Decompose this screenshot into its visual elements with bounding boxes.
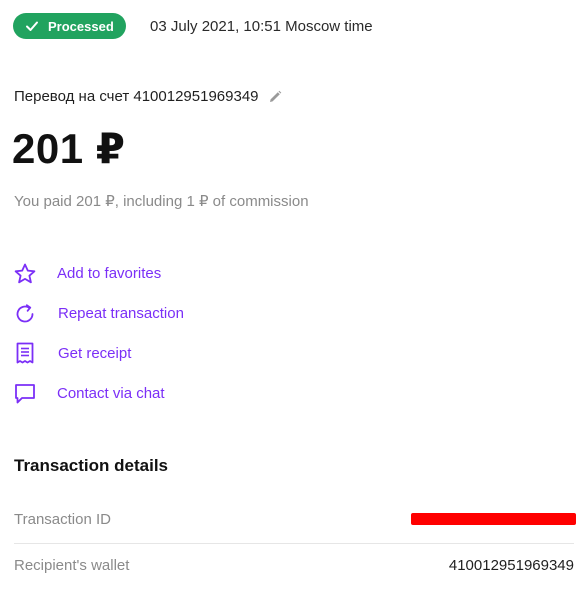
transaction-page: Processed 03 July 2021, 10:51 Moscow tim… [0, 0, 578, 594]
action-label: Contact via chat [57, 385, 165, 402]
action-label: Add to favorites [57, 265, 162, 282]
get-receipt-action[interactable]: Get receipt [13, 341, 131, 365]
contact-via-chat-action[interactable]: Contact via chat [13, 382, 165, 406]
repeat-transaction-action[interactable]: Repeat transaction [13, 302, 184, 326]
chat-icon [15, 384, 35, 404]
redaction-mark [411, 513, 576, 525]
add-to-favorites-action[interactable]: Add to favorites [13, 262, 161, 286]
status-row: Processed 03 July 2021, 10:51 Moscow tim… [13, 13, 373, 39]
paid-note: You paid 201 ₽, including 1 ₽ of commiss… [14, 193, 309, 210]
detail-value: 410012951969349 [448, 557, 574, 574]
action-label: Repeat transaction [58, 305, 184, 322]
details-title: Transaction details [14, 456, 168, 475]
check-icon [26, 21, 38, 31]
detail-label: Recipient's wallet [14, 557, 130, 574]
star-icon [14, 263, 36, 284]
divider [14, 543, 574, 544]
detail-label: Transaction ID [14, 511, 111, 528]
amount: 201 ₽ [12, 125, 126, 172]
status-label: Processed [48, 18, 114, 34]
status-badge: Processed [13, 13, 126, 39]
repeat-icon [16, 304, 34, 323]
receipt-icon [16, 342, 34, 364]
action-label: Get receipt [58, 345, 132, 362]
transaction-datetime: 03 July 2021, 10:51 Moscow time [150, 18, 373, 35]
detail-row-recipient-wallet: Recipient's wallet 410012951969349 [14, 557, 574, 574]
transfer-title-row: Перевод на счет 410012951969349 [14, 88, 283, 105]
pencil-icon[interactable] [267, 89, 283, 105]
transfer-title: Перевод на счет 410012951969349 [14, 88, 259, 105]
